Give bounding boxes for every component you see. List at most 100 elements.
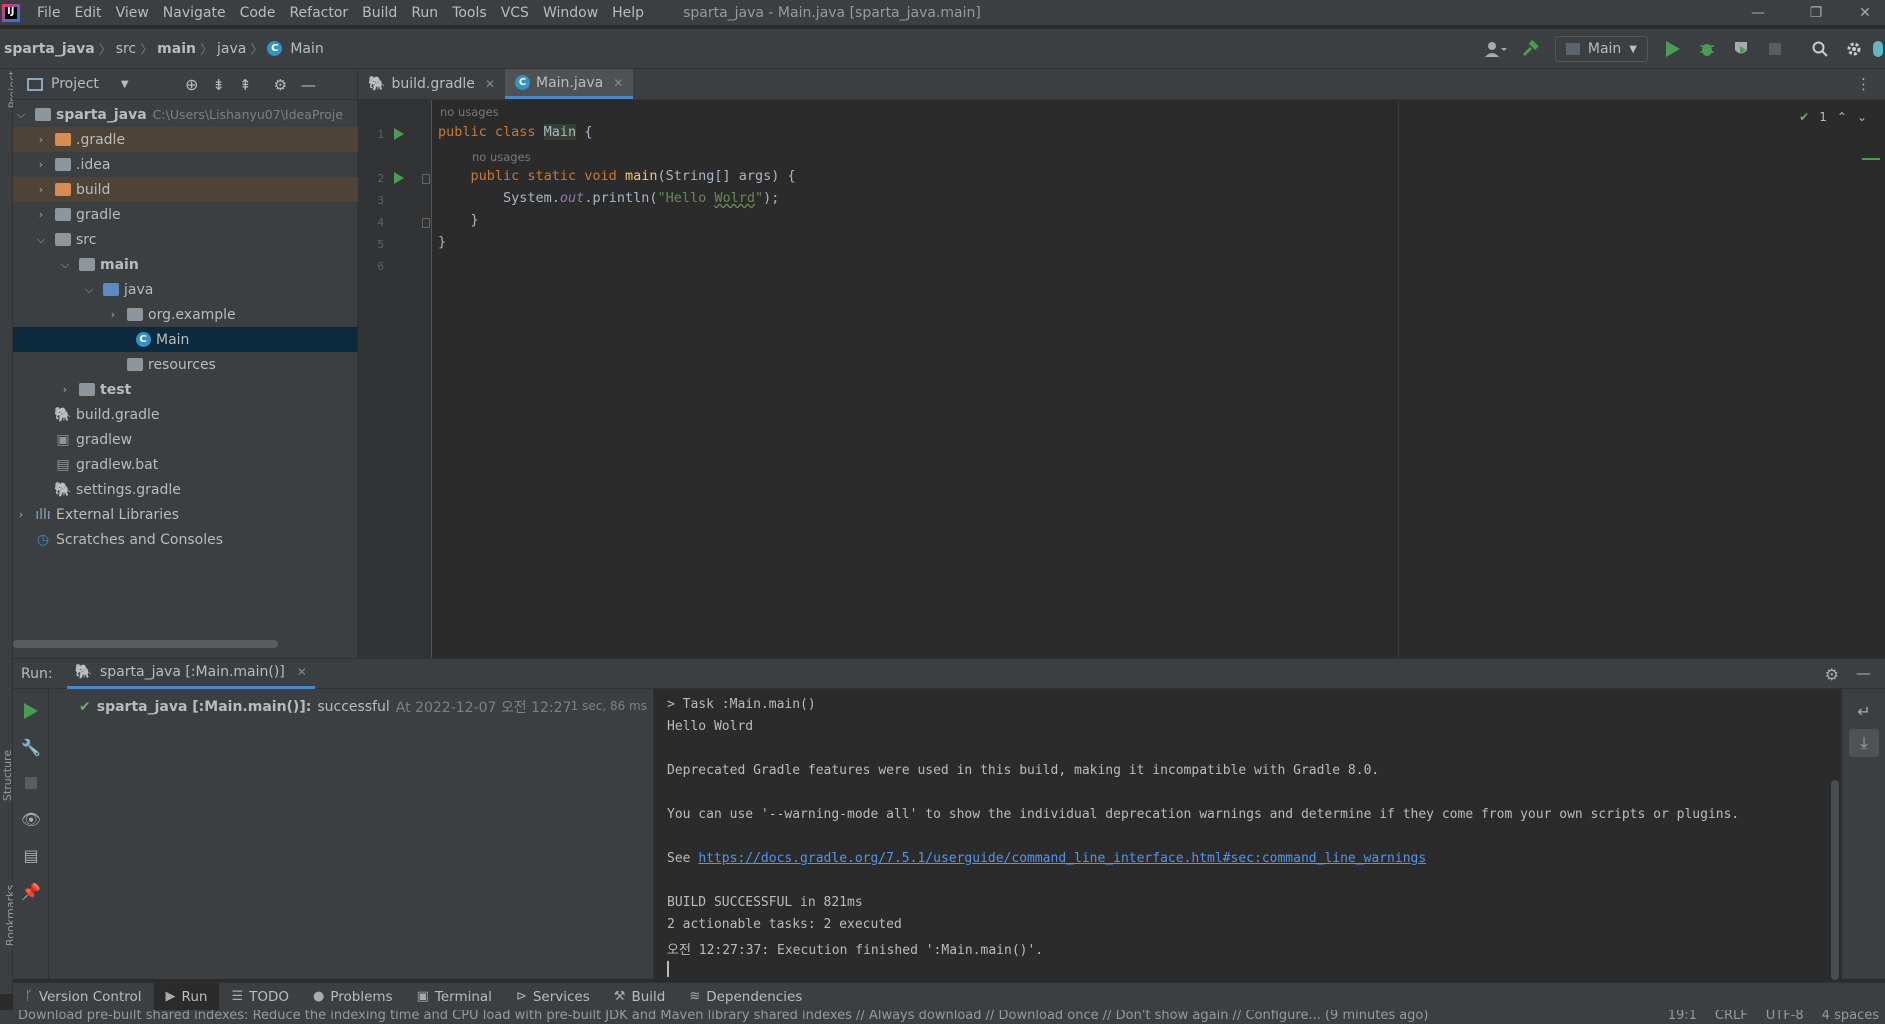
project-view-select[interactable]: Project ▼ (27, 76, 129, 92)
tree-item-gradlew-bat[interactable]: ▤ gradlew.bat (13, 452, 358, 477)
locate-target-icon[interactable]: ⊕ (185, 75, 198, 94)
file-encoding[interactable]: UTF-8 (1766, 1010, 1804, 1023)
menu-help[interactable]: Help (605, 5, 651, 21)
collapse-all-icon[interactable]: ⇞ (239, 76, 252, 94)
indent-setting[interactable]: 4 spaces (1822, 1010, 1879, 1023)
run-configuration-select[interactable]: Main ▼ (1554, 36, 1648, 62)
collapsed-arrow-icon[interactable]: › (35, 208, 47, 221)
collapsed-arrow-icon[interactable]: › (15, 508, 27, 521)
tree-item-resources[interactable]: resources (13, 352, 358, 377)
tree-item-sparta-java[interactable]: ⌵ sparta_java C:\Users\Lishanyu07\IdeaPr… (13, 102, 358, 127)
layout-icon[interactable]: ▤ (13, 837, 49, 873)
stop-icon[interactable] (13, 765, 49, 801)
eye-icon[interactable]: 👁 (13, 801, 49, 837)
tool-tab-problems[interactable]: ● Problems (301, 983, 405, 1011)
horizontal-scrollbar[interactable] (13, 640, 278, 648)
menu-build[interactable]: Build (355, 5, 404, 21)
expanded-arrow-icon[interactable]: ⌵ (35, 233, 47, 247)
collapsed-arrow-icon[interactable]: › (35, 183, 47, 196)
user-icon[interactable] (1482, 35, 1510, 63)
menu-tools[interactable]: Tools (445, 5, 494, 21)
collapsed-arrow-icon[interactable]: › (59, 383, 71, 396)
close-icon[interactable]: ✕ (1845, 0, 1885, 25)
tab-build-gradle[interactable]: 🐘 build.gradle ✕ (358, 69, 505, 99)
menu-refactor[interactable]: Refactor (282, 5, 355, 21)
console-output[interactable]: > Task :Main.main() Hello Wolrd Deprecat… (655, 689, 1841, 979)
tree-item-org-example[interactable]: › org.example (13, 302, 358, 327)
tool-tab-version-control[interactable]: ᚴ Version Control (13, 983, 154, 1011)
tree-item-scratches[interactable]: ◷ Scratches and Consoles (13, 527, 358, 552)
inspection-widget[interactable]: ✔ 1 ⌃ ⌄ (1799, 110, 1867, 124)
menu-file[interactable]: File (30, 5, 67, 21)
usage-hint[interactable]: no usages (472, 150, 531, 164)
jetbrains-update-icon[interactable] (1871, 35, 1885, 63)
collapsed-arrow-icon[interactable]: › (35, 158, 47, 171)
breadcrumb-project[interactable]: sparta_java (0, 41, 99, 57)
tree-item-gradle[interactable]: › gradle (13, 202, 358, 227)
hide-minimize-icon[interactable]: — (301, 76, 316, 94)
coverage-icon[interactable] (1727, 35, 1755, 63)
collapsed-arrow-icon[interactable]: › (35, 133, 47, 146)
menu-code[interactable]: Code (233, 5, 283, 21)
tool-tab-terminal[interactable]: ▣ Terminal (405, 983, 504, 1011)
tree-item-gradlew[interactable]: ▣ gradlew (13, 427, 358, 452)
gradle-docs-link[interactable]: https://docs.gradle.org/7.5.1/userguide/… (698, 851, 1426, 866)
tree-item-test[interactable]: › test (13, 377, 358, 402)
tree-item-main-class[interactable]: C Main (13, 327, 358, 352)
scroll-to-end-icon[interactable]: ⤓ (1849, 729, 1879, 757)
menu-vcs[interactable]: VCS (494, 5, 536, 21)
breadcrumb-main[interactable]: main (153, 41, 200, 57)
tree-item-src[interactable]: ⌵ src (13, 227, 358, 252)
debug-icon[interactable] (1693, 35, 1721, 63)
run-gutter-icon[interactable] (394, 128, 404, 140)
tree-item-idea[interactable]: › .idea (13, 152, 358, 177)
status-message[interactable]: Download pre-built shared indexes: Reduc… (18, 1010, 1428, 1023)
chevron-down-icon[interactable]: ⌄ (1857, 110, 1867, 124)
gear-icon[interactable]: ⚙ (274, 76, 287, 94)
menu-edit[interactable]: Edit (67, 5, 108, 21)
restore-icon[interactable]: ❐ (1787, 0, 1845, 25)
expanded-arrow-icon[interactable]: ⌵ (59, 258, 71, 272)
soft-wrap-icon[interactable]: ↵ (1842, 693, 1885, 729)
rerun-icon[interactable] (13, 693, 49, 729)
tool-tab-dependencies[interactable]: ≋ Dependencies (677, 983, 814, 1011)
menu-window[interactable]: Window (536, 5, 605, 21)
expanded-arrow-icon[interactable]: ⌵ (15, 108, 27, 122)
menu-run[interactable]: Run (404, 5, 445, 21)
menu-navigate[interactable]: Navigate (156, 5, 233, 21)
build-hammer-icon[interactable] (1516, 35, 1544, 63)
run-icon[interactable] (1659, 35, 1687, 63)
caret-position[interactable]: 19:1 (1668, 1010, 1697, 1023)
close-icon[interactable]: ✕ (485, 77, 495, 91)
tree-item-settings-gradle[interactable]: 🐘 settings.gradle (13, 477, 358, 502)
tool-tab-build[interactable]: ⚒ Build (602, 983, 678, 1011)
run-gutter-icon[interactable] (394, 172, 404, 184)
stop-icon[interactable] (1761, 35, 1789, 63)
search-icon[interactable] (1806, 35, 1834, 63)
expand-all-icon[interactable]: ⇟ (212, 76, 225, 94)
breadcrumb-java[interactable]: java (213, 41, 250, 57)
usage-hint[interactable]: no usages (440, 105, 499, 119)
tree-item-build-gradle[interactable]: 🐘 build.gradle (13, 402, 358, 427)
tree-item-main[interactable]: ⌵ main (13, 252, 358, 277)
expanded-arrow-icon[interactable]: ⌵ (83, 283, 95, 297)
collapsed-arrow-icon[interactable]: › (107, 308, 119, 321)
settings-gear-icon[interactable] (1840, 35, 1868, 63)
run-session-tab[interactable]: 🐘 sparta_java [:Main.main()] ✕ (66, 658, 315, 689)
tree-item-java[interactable]: ⌵ java (13, 277, 358, 302)
tool-tab-todo[interactable]: ☰ TODO (219, 983, 301, 1011)
fold-marker-icon[interactable] (422, 218, 430, 228)
menu-view[interactable]: View (109, 5, 156, 21)
tool-tab-run[interactable]: ▶ Run (153, 982, 220, 1011)
tree-item-build[interactable]: › build (13, 177, 358, 202)
wrench-icon[interactable]: 🔧 (13, 729, 49, 765)
code-editor[interactable]: no usages public class Main { no usages … (432, 100, 1885, 658)
minimize-icon[interactable]: — (1729, 0, 1787, 25)
fold-marker-icon[interactable] (422, 174, 430, 184)
hide-minimize-icon[interactable]: — (1856, 664, 1871, 682)
tool-tab-services[interactable]: ⊳ Services (504, 983, 602, 1011)
more-options-icon[interactable]: ⋮ (1856, 75, 1871, 93)
chevron-up-icon[interactable]: ⌃ (1837, 110, 1847, 124)
close-icon[interactable]: ✕ (297, 665, 307, 679)
breadcrumb-main-class[interactable]: Main (286, 41, 327, 57)
